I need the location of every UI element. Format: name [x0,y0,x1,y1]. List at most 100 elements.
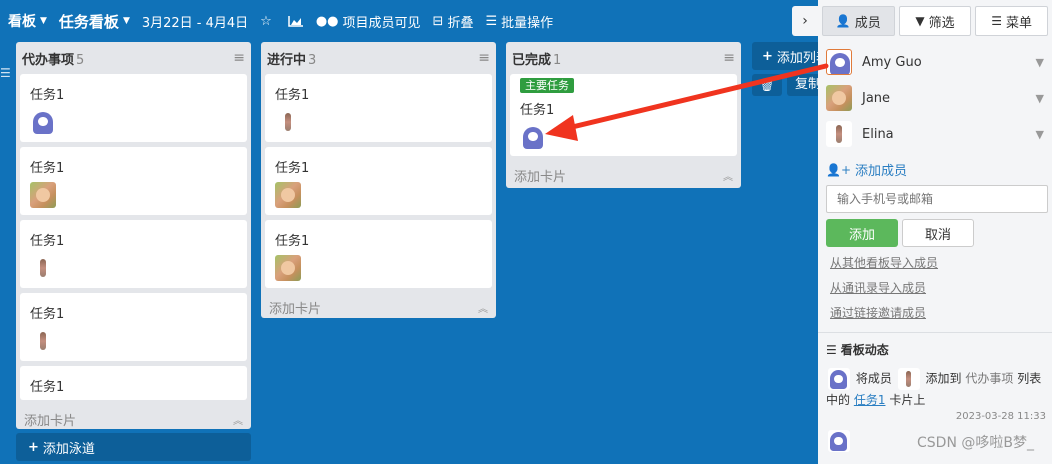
import-from-contacts-link[interactable]: 从通讯录导入成员 [818,276,1052,301]
card[interactable]: 任务1 [20,366,247,400]
add-card-button[interactable]: 添加卡片 [269,298,321,317]
add-button[interactable]: 添加 [826,219,898,247]
tab-menu[interactable]: ☰ 菜单 [975,6,1049,36]
activity-entry: 将成员 添加到 代办事项 列表 中的 任务1 卡片上 [818,358,1052,411]
plus-icon: + [762,48,773,64]
activity-list-link[interactable]: 代办事项 [965,372,1013,386]
trash-icon: 🗑 [759,78,775,92]
avatar-amy [826,49,852,75]
list-count: 5 [76,52,85,68]
panel-toggle-button[interactable]: › [792,6,818,36]
member-name: Elina [862,126,894,142]
board-toolbar: 看板 ▼ 任务看板 ▼ 3月22日 - 4月4日 ☆ ●● 项目成员可见 ⊟ 折… [0,0,815,42]
invite-by-link-link[interactable]: 通过链接邀请成员 [818,301,1052,326]
list-menu-icon[interactable]: ≡ [478,50,490,66]
avatar-elina [897,368,920,390]
add-card-button[interactable]: 添加卡片 [514,166,566,185]
import-from-board-link[interactable]: 从其他看板导入成员 [818,251,1052,276]
add-lane-button[interactable]: + 添加泳道 [16,433,251,461]
filter-icon: ▼ [915,14,925,28]
card-title: 任务1 [30,307,65,322]
board-title: 任务看板 [58,12,119,31]
activity-header: ☰ 看板动态 [818,333,1052,358]
collapse-icon[interactable]: ︽ [723,168,733,183]
tab-members[interactable]: 👤 成员 [822,6,895,36]
member-row[interactable]: Amy Guo ▼ [818,44,1052,80]
trash-button[interactable]: 🗑 [752,74,782,96]
board-title-dropdown[interactable]: 任务看板 ▼ [59,11,130,32]
user-icon: 👤 [835,14,851,28]
filter-icon[interactable]: ▼ [1036,92,1044,105]
star-button[interactable]: ☆ [260,14,276,29]
collapse-icon[interactable]: ︽ [233,412,243,427]
list-todo: 代办事项 5 ≡ 任务1 任务1 任务1 任务1 任务1 添加卡片 ︽ [16,42,251,429]
list-count: 3 [308,52,317,68]
filter-icon[interactable]: ▼ [1036,56,1044,69]
add-card-button[interactable]: 添加卡片 [24,410,76,429]
list-footer: 添加卡片 ︽ [261,293,496,321]
panel-tabs: 👤 成员 ▼ 筛选 ☰ 菜单 [818,0,1052,36]
area-chart-icon [288,16,303,27]
card-title: 任务1 [520,103,555,118]
card-title: 任务1 [275,234,310,249]
member-visibility-label: 项目成员可见 [342,15,421,31]
card-title: 任务1 [30,234,65,249]
phone-email-input[interactable] [826,185,1048,213]
card-title: 任务1 [275,161,310,176]
card[interactable]: 任务1 [20,147,247,215]
chart-button[interactable] [288,15,304,27]
cancel-button[interactable]: 取消 [902,219,974,247]
activity-card-link[interactable]: 任务1 [854,393,886,407]
card[interactable]: 任务1 [265,220,492,288]
batch-ops-button[interactable]: ☰ 批量操作 [485,12,553,31]
date-range[interactable]: 3月22日 - 4月4日 [142,12,248,31]
chevron-right-icon: › [802,13,808,29]
avatar-amy [828,430,850,452]
card[interactable]: 任务1 [265,147,492,215]
member-row[interactable]: Elina ▼ [818,116,1052,152]
filter-icon[interactable]: ▼ [1036,128,1044,141]
card[interactable]: 任务1 [20,220,247,288]
batch-ops-label: 批量操作 [501,15,554,31]
board-switch-label: 看板 [8,14,36,30]
tab-filter[interactable]: ▼ 筛选 [898,6,972,36]
card[interactable]: 任务1 [265,74,492,142]
user-plus-icon: 👤+ [826,162,851,177]
avatar-amy [30,109,56,135]
card[interactable]: 任务1 [20,293,247,361]
member-row[interactable]: Jane ▼ [818,80,1052,116]
add-member-label: 添加成员 [855,164,908,179]
list-title[interactable]: 已完成 1 [512,49,561,68]
member-name: Amy Guo [862,54,922,70]
fold-button[interactable]: ⊟ 折叠 [433,12,474,31]
card-title: 任务1 [30,380,65,395]
list-footer: 添加卡片 ︽ [506,161,741,189]
lane-handle-icon[interactable]: ☰ [0,66,11,80]
chevron-down-icon: ▼ [40,16,47,26]
card[interactable]: 主要任务 任务1 [510,74,737,156]
star-icon: ☆ [260,13,272,29]
caret-down-icon: ▼ [122,16,130,26]
side-panel: 👤 成员 ▼ 筛选 ☰ 菜单 Amy Guo ▼ Jane ▼ Elina ▼ 👤+ … [818,0,1052,464]
add-lane-label: 添加泳道 [42,441,95,457]
avatar-amy [828,368,850,390]
board-switch-dropdown[interactable]: 看板 ▼ [8,11,47,31]
collapse-icon[interactable]: ︽ [478,300,488,315]
list-menu-icon[interactable]: ≡ [233,50,245,66]
list-count: 1 [553,52,562,68]
plus-icon: + [28,439,39,455]
list-header: 已完成 1 ≡ [506,42,741,74]
add-member-link[interactable]: 👤+ 添加成员 [818,152,1052,180]
card[interactable]: 任务1 [20,74,247,142]
avatar-jane [826,85,852,111]
list-icon: ☰ [485,13,498,29]
avatar-elina [275,109,301,135]
label-badge: 主要任务 [520,78,574,93]
member-name: Jane [862,90,891,106]
card-title: 任务1 [30,88,65,103]
activity-icon: ☰ [826,342,837,357]
list-title[interactable]: 进行中 3 [267,49,316,68]
member-visibility-button[interactable]: ●● 项目成员可见 [316,12,421,31]
list-menu-icon[interactable]: ≡ [723,50,735,66]
list-title[interactable]: 代办事项 5 [22,49,84,68]
